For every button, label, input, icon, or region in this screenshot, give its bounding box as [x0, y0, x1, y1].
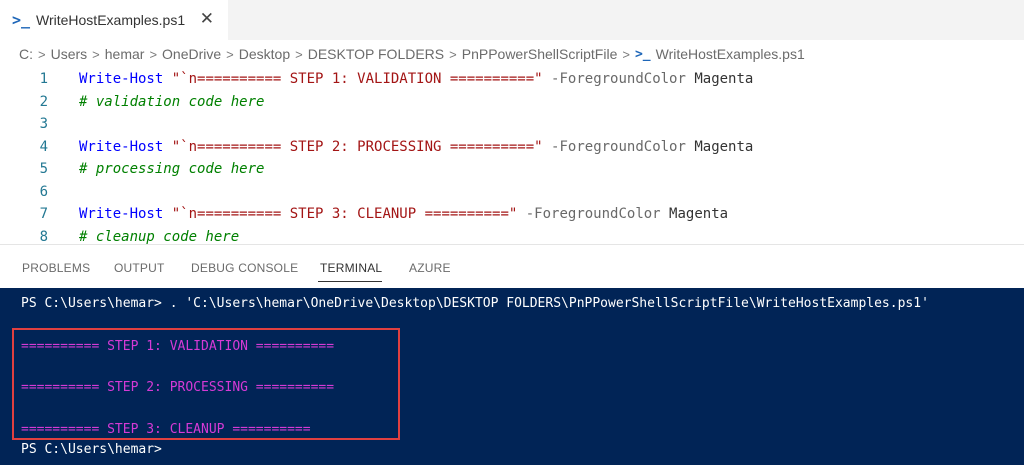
tab-debug-console[interactable]: DEBUG CONSOLE	[191, 261, 298, 275]
terminal[interactable]: PS C:\Users\hemar> . 'C:\Users\hemar\One…	[0, 288, 1024, 465]
terminal-output-line: ========== STEP 1: VALIDATION ==========	[21, 339, 335, 354]
line-number: 3	[39, 116, 48, 133]
tab-output[interactable]: OUTPUT	[114, 261, 165, 275]
breadcrumb-drive[interactable]: C:	[19, 46, 33, 62]
chevron-right-icon: >	[226, 46, 234, 62]
line-number: 1	[39, 71, 48, 88]
tab-writehostexamples[interactable]: >_ WriteHostExamples.ps1 ✕	[0, 0, 228, 40]
string-literal: "`n========== STEP 1: VALIDATION =======…	[171, 71, 543, 88]
parameter: -ForegroundColor	[551, 71, 686, 88]
panel-tab-bar: PROBLEMS OUTPUT DEBUG CONSOLE TERMINAL A…	[0, 245, 1024, 288]
breadcrumb-onedrive[interactable]: OneDrive	[162, 46, 221, 62]
string-literal: "`n========== STEP 2: PROCESSING =======…	[171, 138, 543, 155]
code-line[interactable]: 7 Write-Host "`n========== STEP 3: CLEAN…	[0, 203, 1024, 226]
breadcrumb-users[interactable]: Users	[51, 46, 88, 62]
line-number: 4	[39, 138, 48, 155]
editor-tab-bar: >_ WriteHostExamples.ps1 ✕	[0, 0, 1024, 40]
comment: # processing code here	[79, 161, 265, 178]
terminal-output-line: ========== STEP 2: PROCESSING ==========	[21, 380, 335, 395]
code-editor[interactable]: 1 Write-Host "`n========== STEP 1: VALID…	[0, 68, 1024, 245]
terminal-output-line: ========== STEP 3: CLEANUP ==========	[21, 422, 311, 437]
breadcrumb-pnp-folder[interactable]: PnPPowerShellScriptFile	[462, 46, 618, 62]
terminal-command-line: PS C:\Users\hemar> . 'C:\Users\hemar\One…	[21, 296, 929, 311]
line-number: 7	[39, 206, 48, 223]
code-line[interactable]: 6	[0, 181, 1024, 204]
cmdlet: Write-Host	[79, 71, 164, 88]
line-number: 2	[39, 93, 48, 110]
breadcrumb-file[interactable]: WriteHostExamples.ps1	[656, 46, 805, 62]
chevron-right-icon: >	[449, 46, 457, 62]
chevron-right-icon: >	[622, 46, 630, 62]
chevron-right-icon: >	[295, 46, 303, 62]
code-line[interactable]: 1 Write-Host "`n========== STEP 1: VALID…	[0, 68, 1024, 91]
code-line[interactable]: 2 # validation code here	[0, 91, 1024, 114]
tab-terminal[interactable]: TERMINAL	[320, 261, 382, 275]
active-tab-indicator	[318, 281, 382, 282]
code-line[interactable]: 4 Write-Host "`n========== STEP 2: PROCE…	[0, 136, 1024, 159]
parameter-value: Magenta	[694, 138, 754, 155]
cmdlet: Write-Host	[79, 206, 164, 223]
breadcrumb-desktop[interactable]: Desktop	[239, 46, 290, 62]
powershell-icon: >_	[634, 46, 651, 62]
chevron-right-icon: >	[149, 46, 158, 62]
chevron-right-icon: >	[92, 46, 100, 62]
comment: # cleanup code here	[79, 228, 240, 245]
close-icon[interactable]: ✕	[200, 10, 214, 28]
powershell-icon: >_	[12, 11, 31, 29]
breadcrumb-desktop-folders[interactable]: DESKTOP FOLDERS	[308, 46, 444, 62]
tab-title: WriteHostExamples.ps1	[36, 12, 186, 28]
comment: # validation code here	[79, 93, 265, 110]
terminal-prompt: PS C:\Users\hemar>	[21, 442, 162, 457]
line-number: 6	[39, 183, 48, 200]
cmdlet: Write-Host	[79, 138, 164, 155]
breadcrumb-hemar[interactable]: hemar	[105, 46, 145, 62]
parameter-value: Magenta	[669, 206, 729, 223]
parameter: -ForegroundColor	[551, 138, 686, 155]
tab-problems[interactable]: PROBLEMS	[22, 261, 90, 275]
parameter-value: Magenta	[694, 71, 754, 88]
code-line[interactable]: 5 # processing code here	[0, 158, 1024, 181]
line-number: 8	[39, 228, 48, 245]
parameter: -ForegroundColor	[525, 206, 661, 223]
chevron-right-icon: >	[38, 46, 46, 62]
string-literal: "`n========== STEP 3: CLEANUP ==========…	[171, 206, 518, 223]
breadcrumb: C: > Users > hemar > OneDrive > Desktop …	[0, 40, 1024, 68]
code-line[interactable]: 3	[0, 113, 1024, 136]
tab-azure[interactable]: AZURE	[409, 261, 451, 275]
line-number: 5	[39, 161, 48, 178]
